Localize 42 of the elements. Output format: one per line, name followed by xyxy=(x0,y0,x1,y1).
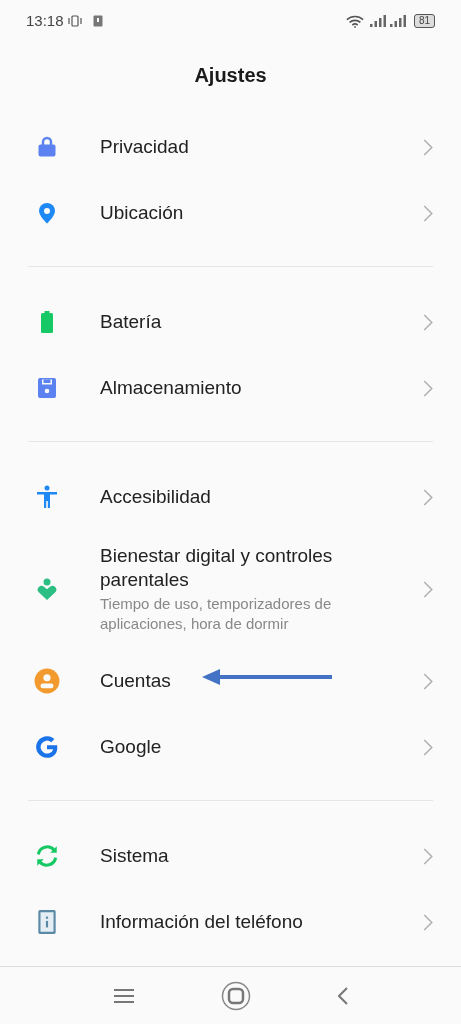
settings-item[interactable]: Privacidad xyxy=(0,114,461,180)
chevron-right-icon xyxy=(423,580,433,598)
menu-icon[interactable] xyxy=(113,987,134,1004)
settings-item[interactable]: Batería xyxy=(0,289,461,355)
back-icon[interactable] xyxy=(337,986,348,1005)
chevron-right-icon xyxy=(423,204,433,222)
item-label: Batería xyxy=(100,310,163,334)
item-label: Almacenamiento xyxy=(100,376,243,400)
settings-item[interactable]: Bienestar digital y controles parentales Tiempo de uso, temporizadores de aplicaciones, hora de dormir xyxy=(0,530,461,648)
item-label: Accesibilidad xyxy=(100,485,212,509)
chevron-right-icon xyxy=(423,379,433,397)
signal-icon xyxy=(369,15,386,27)
item-label: Bienestar digital y controles parentales xyxy=(100,544,334,592)
chevron-right-icon xyxy=(423,672,433,690)
item-subtitle: Tiempo de uso, temporizadores de aplicaciones, hora de dormir xyxy=(100,594,333,634)
chevron-right-icon xyxy=(423,313,433,331)
sim-card-icon xyxy=(92,15,103,27)
settings-item[interactable]: Información del teléfono xyxy=(0,889,461,955)
item-label: Información del teléfono xyxy=(100,910,304,934)
settings-item[interactable]: Almacenamiento xyxy=(0,355,461,421)
status-time: 13:18 xyxy=(26,10,64,31)
item-label: Cuentas xyxy=(100,669,172,693)
settings-item[interactable]: Sistema xyxy=(0,823,461,889)
item-label: Google xyxy=(100,735,163,759)
settings-item[interactable]: Cuentas xyxy=(0,648,461,714)
item-label: Privacidad xyxy=(100,135,190,159)
item-label: Sistema xyxy=(100,844,170,868)
settings-item[interactable]: Google xyxy=(0,714,461,780)
page-title: Ajustes xyxy=(194,63,267,88)
signal-icon xyxy=(389,15,406,27)
battery-level: 81 xyxy=(413,14,435,28)
chevron-right-icon xyxy=(423,913,433,931)
chevron-right-icon xyxy=(423,738,433,756)
home-button-icon[interactable] xyxy=(220,980,251,1011)
wifi-icon xyxy=(345,14,364,28)
chevron-right-icon xyxy=(423,847,433,865)
chevron-right-icon xyxy=(423,488,433,506)
settings-item[interactable]: Accesibilidad xyxy=(0,464,461,530)
vibrate-icon xyxy=(66,15,83,27)
chevron-right-icon xyxy=(423,138,433,156)
item-label: Ubicación xyxy=(100,201,185,225)
settings-item[interactable]: Ubicación xyxy=(0,180,461,246)
